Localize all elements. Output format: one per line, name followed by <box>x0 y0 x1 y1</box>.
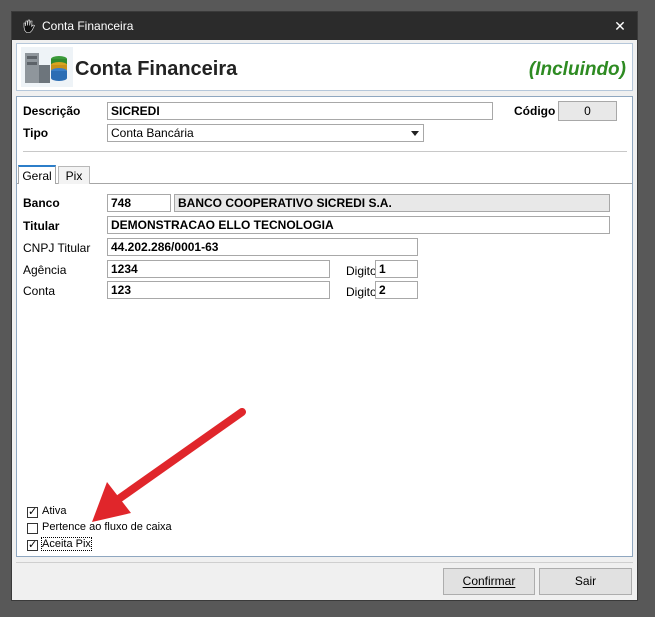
aceita-pix-checkbox[interactable] <box>27 538 38 551</box>
banco-label: Banco <box>23 196 60 210</box>
tab-geral[interactable]: Geral <box>18 165 56 184</box>
dialog-window: Conta Financeira ✕ Conta Financeira (Inc… <box>11 11 638 601</box>
window-title: Conta Financeira <box>42 19 134 33</box>
title-bar[interactable]: Conta Financeira ✕ <box>12 12 637 40</box>
close-icon[interactable]: ✕ <box>603 12 637 40</box>
tab-pix[interactable]: Pix <box>58 166 90 184</box>
tipo-label: Tipo <box>23 126 49 140</box>
cnpj-label: CNPJ Titular <box>23 241 91 255</box>
confirmar-button[interactable]: Confirmar <box>443 568 535 595</box>
fluxo-caixa-label[interactable]: Pertence ao fluxo de caixa <box>42 521 172 533</box>
descricao-input[interactable]: SICREDI <box>107 102 493 120</box>
agencia-digito-label: Digito <box>346 264 377 278</box>
form-area: Descrição SICREDI Código 0 Tipo Conta Ba… <box>16 96 633 557</box>
tipo-select[interactable]: Conta Bancária <box>107 124 424 142</box>
ativa-label[interactable]: Ativa <box>42 505 66 517</box>
agencia-label: Agência <box>23 263 67 277</box>
tipo-select-value: Conta Bancária <box>111 126 194 140</box>
titular-input[interactable]: DEMONSTRACAO ELLO TECNOLOGIA <box>107 216 610 234</box>
tab-strip-line <box>17 183 632 184</box>
chevron-down-icon[interactable] <box>411 131 419 136</box>
confirmar-label: Confirmar <box>462 574 516 588</box>
conta-digito-label: Digito <box>346 285 377 299</box>
status-label: (Incluindo) <box>528 59 626 80</box>
codigo-input[interactable]: 0 <box>558 101 617 121</box>
agencia-input[interactable]: 1234 <box>107 260 330 278</box>
banco-name-field: BANCO COOPERATIVO SICREDI S.A. <box>174 194 610 212</box>
conta-digito-input[interactable]: 2 <box>375 281 418 299</box>
banco-code-input[interactable]: 748 <box>107 194 171 212</box>
codigo-label: Código <box>514 104 556 118</box>
sair-label: Sair <box>574 574 597 588</box>
footer-divider <box>16 562 633 563</box>
ativa-checkbox[interactable] <box>27 505 38 518</box>
descricao-label: Descrição <box>23 104 81 118</box>
conta-input[interactable]: 123 <box>107 281 330 299</box>
conta-label: Conta <box>23 284 56 298</box>
cnpj-input[interactable]: 44.202.286/0001-63 <box>107 238 418 256</box>
titular-label: Titular <box>23 219 60 233</box>
database-logo-icon <box>21 47 73 87</box>
header-title: Conta Financeira <box>75 58 238 80</box>
hand-icon <box>23 19 35 33</box>
form-header: Conta Financeira (Incluindo) <box>16 43 633 91</box>
aceita-pix-label[interactable]: Aceita Pix <box>41 537 92 551</box>
divider <box>23 151 627 152</box>
agencia-digito-input[interactable]: 1 <box>375 260 418 278</box>
sair-button[interactable]: Sair <box>539 568 632 595</box>
fluxo-caixa-checkbox[interactable] <box>27 523 38 534</box>
